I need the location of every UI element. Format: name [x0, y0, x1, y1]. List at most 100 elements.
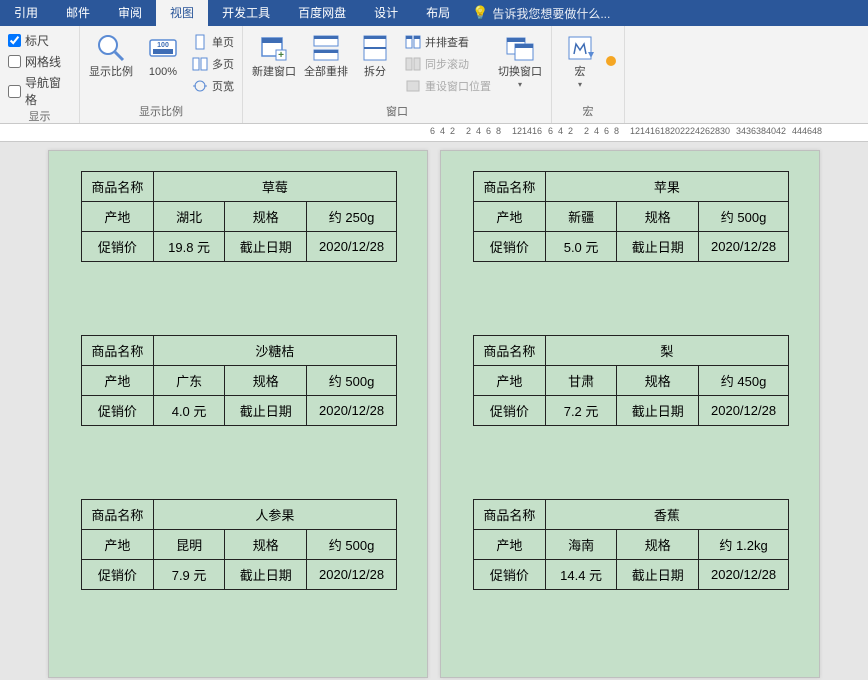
- ruler-tick: 22: [680, 126, 690, 136]
- ruler-tick: 4: [558, 126, 563, 136]
- chk-gridlines[interactable]: 网格线: [8, 53, 71, 70]
- value-spec: 约 500g: [307, 530, 397, 560]
- ruler-tick: 16: [532, 126, 542, 136]
- page-width-button[interactable]: 页宽: [192, 76, 234, 96]
- document-workspace: 商品名称草莓 产地湖北规格约 250g 促销价19.8 元截止日期2020/12…: [0, 142, 868, 680]
- tab-mailings[interactable]: 邮件: [52, 0, 104, 26]
- page-width-icon: [192, 78, 208, 94]
- group-macro-label: 宏: [560, 103, 616, 123]
- ruler-tick: 24: [690, 126, 700, 136]
- label-deadline: 截止日期: [225, 560, 307, 590]
- ruler-tick: 40: [766, 126, 776, 136]
- group-macro: 宏▾ 宏: [552, 26, 625, 123]
- ruler-tick: 44: [792, 126, 802, 136]
- value-name: 香蕉: [545, 500, 788, 530]
- group-zoom-label: 显示比例: [88, 103, 234, 123]
- chk-navpane[interactable]: 导航窗格: [8, 74, 71, 108]
- value-name: 沙糖桔: [153, 336, 396, 366]
- label-spec: 规格: [617, 530, 699, 560]
- value-price: 14.4 元: [545, 560, 617, 590]
- ruler-tick: 14: [522, 126, 532, 136]
- value-price: 4.0 元: [153, 396, 225, 426]
- ruler-tick: 46: [802, 126, 812, 136]
- product-card: 商品名称苹果 产地新疆规格约 500g 促销价5.0 元截止日期2020/12/…: [473, 171, 789, 262]
- label-deadline: 截止日期: [617, 560, 699, 590]
- new-window-icon: +: [258, 32, 290, 64]
- caret-down-icon: ▾: [578, 81, 582, 89]
- label-deadline: 截止日期: [225, 232, 307, 262]
- tab-references[interactable]: 引用: [0, 0, 52, 26]
- new-window-button[interactable]: + 新建窗口: [251, 32, 297, 79]
- group-zoom: 显示比例 100 100% 单页 多页 页宽 显示比例: [80, 26, 243, 123]
- split-button[interactable]: 拆分: [355, 32, 395, 79]
- product-card: 商品名称人参果 产地昆明规格约 500g 促销价7.9 元截止日期2020/12…: [81, 499, 397, 590]
- arrange-all-button[interactable]: 全部重排: [303, 32, 349, 79]
- page-1: 商品名称草莓 产地湖北规格约 250g 促销价19.8 元截止日期2020/12…: [48, 150, 428, 678]
- ruler-tick: 34: [736, 126, 746, 136]
- one-page-button[interactable]: 单页: [192, 32, 234, 52]
- label-origin: 产地: [82, 366, 154, 396]
- label-price: 促销价: [474, 232, 546, 262]
- tab-review[interactable]: 审阅: [104, 0, 156, 26]
- value-deadline: 2020/12/28: [699, 232, 789, 262]
- label-spec: 规格: [225, 530, 307, 560]
- ruler-tick: 2: [450, 126, 455, 136]
- value-origin: 昆明: [153, 530, 225, 560]
- zoom-button[interactable]: 显示比例: [88, 32, 134, 79]
- value-deadline: 2020/12/28: [307, 232, 397, 262]
- value-origin: 新疆: [545, 202, 617, 232]
- zoom-100-button[interactable]: 100 100%: [140, 32, 186, 79]
- value-deadline: 2020/12/28: [307, 560, 397, 590]
- ruler-tick: 6: [430, 126, 435, 136]
- svg-text:+: +: [278, 50, 284, 61]
- tab-layout[interactable]: 布局: [412, 0, 464, 26]
- label-spec: 规格: [225, 202, 307, 232]
- label-price: 促销价: [82, 560, 154, 590]
- tab-design[interactable]: 设计: [360, 0, 412, 26]
- multi-page-button[interactable]: 多页: [192, 54, 234, 74]
- ruler-tick: 12: [512, 126, 522, 136]
- value-spec: 约 500g: [307, 366, 397, 396]
- macro-button[interactable]: 宏▾: [560, 32, 600, 89]
- label-spec: 规格: [617, 366, 699, 396]
- value-origin: 海南: [545, 530, 617, 560]
- ribbon-tab-strip: 引用 邮件 审阅 视图 开发工具 百度网盘 设计 布局 💡 告诉我您想要做什么.…: [0, 0, 868, 26]
- label-name: 商品名称: [474, 500, 546, 530]
- horizontal-ruler[interactable]: 6422468121416642246812141618202224262830…: [0, 124, 868, 142]
- arrange-all-icon: [310, 32, 342, 64]
- reset-window-icon: [405, 78, 421, 94]
- label-spec: 规格: [617, 202, 699, 232]
- switch-window-button[interactable]: 切换窗口▾: [497, 32, 543, 89]
- switch-window-icon: [504, 32, 536, 64]
- value-deadline: 2020/12/28: [699, 560, 789, 590]
- ruler-tick: 30: [720, 126, 730, 136]
- label-origin: 产地: [474, 202, 546, 232]
- chk-ruler[interactable]: 标尺: [8, 32, 71, 49]
- label-origin: 产地: [82, 530, 154, 560]
- svg-text:100: 100: [157, 42, 169, 49]
- value-spec: 约 250g: [307, 202, 397, 232]
- tab-baidu[interactable]: 百度网盘: [284, 0, 360, 26]
- group-window: + 新建窗口 全部重排 拆分 并排查看 同步滚动 重设窗口位置 切换窗口▾ 窗口: [243, 26, 552, 123]
- ruler-tick: 4: [594, 126, 599, 136]
- label-name: 商品名称: [82, 172, 154, 202]
- label-deadline: 截止日期: [617, 396, 699, 426]
- group-window-label: 窗口: [251, 103, 543, 123]
- ruler-tick: 48: [812, 126, 822, 136]
- label-name: 商品名称: [82, 500, 154, 530]
- ruler-tick: 26: [700, 126, 710, 136]
- ruler-tick: 2: [568, 126, 573, 136]
- label-price: 促销价: [82, 396, 154, 426]
- tell-me-search[interactable]: 💡 告诉我您想要做什么...: [464, 5, 618, 22]
- label-origin: 产地: [474, 366, 546, 396]
- reset-window-button: 重设窗口位置: [405, 76, 491, 96]
- product-card: 商品名称草莓 产地湖北规格约 250g 促销价19.8 元截止日期2020/12…: [81, 171, 397, 262]
- sync-scroll-icon: [405, 56, 421, 72]
- label-name: 商品名称: [474, 336, 546, 366]
- tab-view[interactable]: 视图: [156, 0, 208, 26]
- value-price: 7.2 元: [545, 396, 617, 426]
- view-side-button[interactable]: 并排查看: [405, 32, 491, 52]
- tell-me-placeholder: 告诉我您想要做什么...: [492, 5, 610, 22]
- tab-developer[interactable]: 开发工具: [208, 0, 284, 26]
- macro-icon: [564, 32, 596, 64]
